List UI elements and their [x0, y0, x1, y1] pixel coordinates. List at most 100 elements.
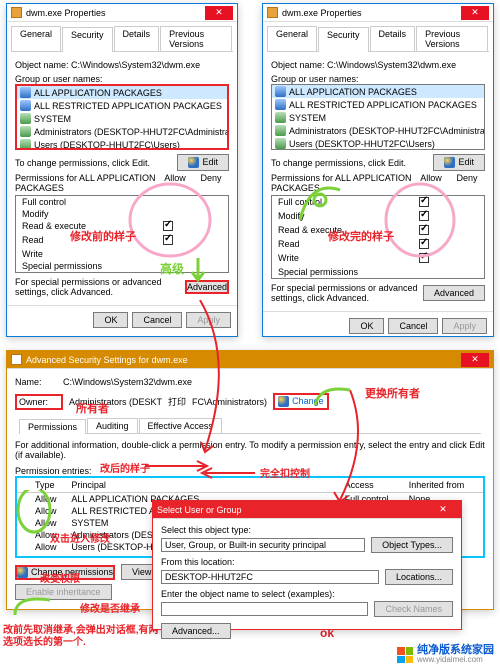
app-icon — [11, 354, 22, 365]
shield-icon — [444, 157, 455, 168]
objtype-label: Select this object type: — [161, 525, 453, 535]
shield-icon — [278, 396, 289, 407]
group-item[interactable]: Administrators (DESKTOP-HHUT2FC\Administ… — [289, 126, 485, 136]
edit-button[interactable]: Edit — [177, 154, 229, 171]
cancel-button[interactable]: Cancel — [132, 312, 182, 328]
tab-security[interactable]: Security — [62, 27, 113, 52]
allow-check — [419, 239, 429, 249]
tab-prev[interactable]: Previous Versions — [416, 26, 488, 51]
owner-label: Owner: — [15, 394, 63, 410]
group-icon — [20, 100, 31, 111]
group-icon — [275, 86, 286, 97]
select-user-dialog: Select User or Group✕ Select this object… — [152, 500, 462, 630]
tab-security[interactable]: Security — [318, 27, 369, 52]
tab-effective[interactable]: Effective Access — [139, 418, 222, 433]
name-input[interactable] — [161, 602, 368, 616]
group-item[interactable]: ALL RESTRICTED APPLICATION PACKAGES — [289, 100, 477, 110]
ok-button[interactable]: OK — [93, 312, 128, 328]
change-permissions-button[interactable]: Change permissions — [15, 565, 115, 580]
annotation-tip: 改前先取消继承,会弹出对话框,有两个选项选长的第一个. — [3, 625, 173, 649]
apply-button[interactable]: Apply — [442, 318, 487, 334]
edit-button[interactable]: Edit — [433, 154, 485, 171]
col-principal: Principal — [67, 478, 340, 493]
group-label: Group or user names: — [15, 74, 229, 84]
group-list[interactable]: ALL APPLICATION PACKAGES ALL RESTRICTED … — [15, 84, 229, 150]
allow-col: Allow — [413, 173, 449, 193]
group-item[interactable]: ALL RESTRICTED APPLICATION PACKAGES — [34, 101, 222, 111]
name-label: Enter the object name to select (example… — [161, 589, 335, 599]
close-icon[interactable]: ✕ — [461, 6, 489, 20]
group-item[interactable]: SYSTEM — [289, 113, 326, 123]
allow-check — [163, 221, 173, 231]
object-types-button[interactable]: Object Types... — [371, 537, 453, 553]
titlebar: dwm.exe Properties ✕ — [7, 4, 237, 22]
group-item[interactable]: ALL APPLICATION PACKAGES — [289, 87, 417, 97]
perm-name: Read — [278, 239, 406, 251]
allow-check — [419, 197, 429, 207]
close-icon[interactable]: ✕ — [461, 353, 489, 367]
objname-label: Object name: — [15, 60, 69, 70]
owner-value: Administrators (DESKT — [69, 397, 162, 407]
app-icon — [11, 7, 22, 18]
group-item[interactable]: Administrators (DESKTOP-HHUT2FC\Administ… — [34, 127, 229, 137]
brand-url: www.yidaimei.com — [417, 655, 494, 665]
objname-label: Object name: — [271, 60, 325, 70]
tab-general[interactable]: General — [267, 26, 317, 51]
owner-value2: FC\Administrators) — [192, 397, 267, 407]
allow-check — [419, 253, 429, 263]
entries-label: Permission entries: — [15, 466, 485, 476]
name-value: C:\Windows\System32\dwm.exe — [63, 377, 192, 387]
group-icon — [275, 99, 286, 110]
objtype-input[interactable] — [161, 538, 365, 552]
window-title: dwm.exe Properties — [26, 8, 205, 18]
locations-button[interactable]: Locations... — [385, 569, 453, 585]
col-access: Access — [341, 478, 405, 493]
allow-col: Allow — [157, 173, 193, 193]
loc-label: From this location: — [161, 557, 453, 567]
group-icon — [20, 126, 31, 137]
perm-for-label: Permissions for ALL APPLICATION PACKAGES — [271, 173, 413, 193]
close-icon[interactable]: ✕ — [205, 6, 233, 20]
change-link[interactable]: Change — [292, 396, 324, 406]
perm-name: Special permissions — [278, 267, 406, 277]
adv-hint: For special permissions or advanced sett… — [271, 283, 423, 303]
enable-inheritance-button[interactable]: Enable inheritance — [15, 584, 112, 600]
advanced-button[interactable]: Advanced... — [161, 623, 231, 639]
perm-name: Write — [278, 253, 406, 265]
tab-details[interactable]: Details — [370, 26, 416, 51]
advanced-button[interactable]: Advanced — [185, 280, 229, 294]
loc-input[interactable] — [161, 570, 379, 584]
perm-for-label: Permissions for ALL APPLICATION PACKAGES — [15, 173, 157, 193]
group-item[interactable]: Users (DESKTOP-HHUT2FC\Users) — [289, 139, 435, 149]
tabstrip: General Security Details Previous Versio… — [11, 26, 233, 52]
apply-button[interactable]: Apply — [186, 312, 231, 328]
allow-check — [419, 225, 429, 235]
tab-auditing[interactable]: Auditing — [87, 418, 138, 433]
tab-general[interactable]: General — [11, 26, 61, 51]
tab-details[interactable]: Details — [114, 26, 160, 51]
advanced-button[interactable]: Advanced — [423, 285, 485, 301]
tab-prev[interactable]: Previous Versions — [160, 26, 232, 51]
group-list[interactable]: ALL APPLICATION PACKAGES ALL RESTRICTED … — [271, 84, 485, 150]
group-item[interactable]: ALL APPLICATION PACKAGES — [34, 88, 162, 98]
properties-window-left: dwm.exe Properties ✕ General Security De… — [6, 3, 238, 337]
close-icon[interactable]: ✕ — [429, 503, 457, 517]
watermark: 纯净版系统家园 www.yidaimei.com — [397, 645, 494, 665]
perm-name: Write — [22, 249, 150, 259]
group-item[interactable]: SYSTEM — [34, 114, 71, 124]
check-names-button[interactable]: Check Names — [374, 601, 453, 617]
cancel-button[interactable]: Cancel — [388, 318, 438, 334]
group-item[interactable]: Users (DESKTOP-HHUT2FC\Users) — [34, 140, 180, 150]
perm-name: Full control — [278, 197, 406, 209]
perm-name: Read & execute — [22, 221, 150, 233]
objname-value: C:\Windows\System32\dwm.exe — [71, 60, 200, 70]
group-label: Group or user names: — [271, 74, 485, 84]
col-type: Type — [31, 478, 67, 493]
window-title: dwm.exe Properties — [282, 8, 461, 18]
allow-check — [163, 235, 173, 245]
perm-name: Full control — [22, 197, 150, 207]
perm-name: Special permissions — [22, 261, 150, 271]
tab-permissions[interactable]: Permissions — [19, 419, 86, 434]
perm-name: Read & execute — [278, 225, 406, 237]
ok-button[interactable]: OK — [349, 318, 384, 334]
